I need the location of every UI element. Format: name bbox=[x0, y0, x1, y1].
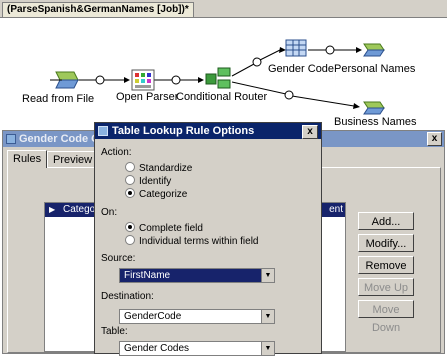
gender-code-icon bbox=[285, 39, 307, 57]
radio-individual-terms-dot bbox=[125, 235, 135, 245]
radio-categorize-label: Categorize bbox=[139, 189, 188, 200]
radio-standardize[interactable]: Standardize bbox=[125, 162, 192, 174]
destination-label: Destination: bbox=[101, 291, 154, 302]
tab-rules[interactable]: Rules bbox=[7, 150, 48, 168]
conditional-router-label[interactable]: Conditional Router bbox=[176, 91, 267, 103]
radio-complete-field-dot bbox=[125, 222, 135, 232]
rule-extra: ent bbox=[329, 204, 343, 215]
move-down-button[interactable]: Move Down bbox=[358, 300, 414, 334]
dialog-title: Table Lookup Rule Options bbox=[112, 125, 255, 137]
close-icon[interactable]: x bbox=[302, 125, 318, 139]
action-label: Action: bbox=[101, 147, 132, 158]
add-button[interactable]: Add... bbox=[358, 212, 414, 230]
move-up-button[interactable]: Move Up bbox=[358, 278, 414, 296]
radio-identify-dot bbox=[125, 175, 135, 185]
tab-preview[interactable]: Preview bbox=[47, 151, 99, 168]
radio-identify[interactable]: Identify bbox=[125, 175, 171, 187]
radio-standardize-dot bbox=[125, 162, 135, 172]
read-from-file-icon bbox=[50, 71, 79, 89]
radio-complete-field-label: Complete field bbox=[139, 223, 203, 234]
personal-names-label[interactable]: Personal Names bbox=[334, 63, 415, 75]
radio-individual-terms[interactable]: Individual terms within field bbox=[125, 235, 259, 247]
chevron-down-icon[interactable]: ▼ bbox=[261, 269, 274, 282]
radio-categorize[interactable]: Categorize bbox=[125, 188, 187, 200]
row-pointer-icon: ▶ bbox=[49, 205, 56, 214]
read-from-file-label[interactable]: Read from File bbox=[22, 93, 94, 105]
chevron-down-icon[interactable]: ▼ bbox=[261, 310, 274, 323]
source-label: Source: bbox=[101, 253, 136, 264]
dialog-titlebar[interactable]: Table Lookup Rule Options x bbox=[95, 123, 321, 139]
radio-complete-field[interactable]: Complete field bbox=[125, 222, 203, 234]
open-parser-label[interactable]: Open Parser bbox=[116, 91, 178, 103]
open-parser-icon bbox=[131, 69, 155, 91]
dialog-icon bbox=[98, 126, 108, 136]
destination-value: GenderCode bbox=[124, 311, 182, 322]
radio-categorize-dot bbox=[125, 188, 135, 198]
modify-button[interactable]: Modify... bbox=[358, 234, 414, 252]
table-value: Gender Codes bbox=[124, 343, 190, 354]
radio-individual-terms-label: Individual terms within field bbox=[139, 236, 259, 247]
destination-select[interactable]: GenderCode ▼ bbox=[119, 309, 275, 324]
table-lookup-dialog: Table Lookup Rule Options x Action: Stan… bbox=[94, 122, 322, 356]
personal-names-icon bbox=[363, 43, 385, 57]
source-value: FirstName bbox=[124, 270, 171, 281]
gender-code-label[interactable]: Gender Code bbox=[268, 63, 334, 75]
remove-button[interactable]: Remove bbox=[358, 256, 414, 274]
job-tab-strip: (ParseSpanish&GermanNames [Job])* bbox=[0, 0, 447, 18]
on-label: On: bbox=[101, 207, 118, 218]
job-canvas[interactable]: Read from File Open Parser Conditional R… bbox=[0, 18, 447, 130]
radio-standardize-label: Standardize bbox=[139, 163, 193, 174]
gender-code-title: Gender Code O bbox=[19, 133, 100, 145]
chevron-down-icon[interactable]: ▼ bbox=[261, 342, 274, 355]
close-icon[interactable]: x bbox=[427, 132, 442, 146]
source-select[interactable]: FirstName ▼ bbox=[119, 268, 275, 283]
business-names-label[interactable]: Business Names bbox=[334, 116, 417, 128]
business-names-icon bbox=[363, 101, 385, 115]
table-label: Table: bbox=[101, 326, 128, 337]
job-tab[interactable]: (ParseSpanish&GermanNames [Job])* bbox=[2, 2, 194, 17]
conditional-router-icon bbox=[205, 67, 231, 89]
window-icon bbox=[6, 134, 16, 144]
radio-identify-label: Identify bbox=[139, 176, 172, 187]
